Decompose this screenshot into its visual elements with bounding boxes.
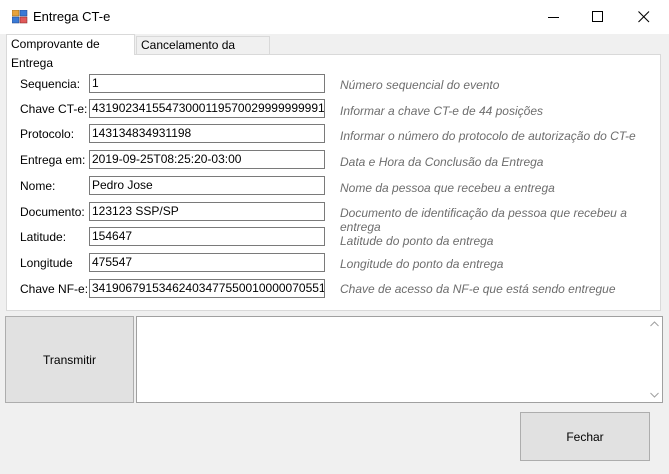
- sequencia-hint: Número sequencial do evento: [340, 78, 500, 92]
- longitude-hint: Longitude do ponto da entrega: [340, 257, 504, 271]
- documento-label: Documento:: [20, 205, 85, 219]
- chave-cte-field[interactable]: 4319023415547300011957002999999999100001…: [89, 99, 325, 118]
- chave-nfe-hint: Chave de acesso da NF-e que está sendo e…: [340, 282, 616, 296]
- chave-cte-label: Chave CT-e:: [20, 102, 88, 116]
- protocolo-field[interactable]: 143134834931198: [89, 124, 325, 143]
- transmit-button[interactable]: Transmitir: [5, 316, 134, 403]
- app-icon: [11, 9, 28, 24]
- entrega-em-label: Entrega em:: [20, 153, 86, 167]
- protocolo-hint: Informar o número do protocolo de autori…: [340, 129, 636, 143]
- chave-nfe-field[interactable]: 3419067915346240347755001000007055100001…: [89, 279, 325, 298]
- main-window: Entrega CT-e Comprovante de Entrega Canc…: [0, 0, 669, 474]
- close-window-button[interactable]: [621, 0, 667, 34]
- documento-hint: Documento de identificação da pessoa que…: [340, 206, 627, 234]
- maximize-icon: [592, 11, 603, 22]
- longitude-field[interactable]: 475547: [89, 253, 325, 272]
- chave-cte-hint: Informar a chave CT-e de 44 posições: [340, 104, 543, 118]
- sequencia-field[interactable]: 1: [89, 74, 325, 93]
- latitude-field[interactable]: 154647: [89, 227, 325, 246]
- documento-field[interactable]: 123123 SSP/SP: [89, 202, 325, 221]
- tab-comprovante-de-entrega[interactable]: Comprovante de Entrega: [6, 34, 135, 70]
- maximize-button[interactable]: [575, 0, 621, 34]
- title-bar[interactable]: Entrega CT-e: [0, 0, 669, 34]
- minimize-icon: [548, 17, 559, 18]
- nome-field[interactable]: Pedro Jose: [89, 176, 325, 195]
- nome-label: Nome:: [20, 179, 56, 193]
- chave-nfe-label: Chave NF-e:: [20, 282, 89, 296]
- latitude-label: Latitude:: [20, 230, 67, 244]
- tab-cancelamento-da-entrega[interactable]: Cancelamento da Entrega: [136, 36, 270, 69]
- scroll-down-arrow-icon[interactable]: [650, 392, 659, 398]
- nome-hint: Nome da pessoa que recebeu a entrega: [340, 181, 555, 195]
- window-title: Entrega CT-e: [33, 9, 111, 24]
- protocolo-label: Protocolo:: [20, 127, 75, 141]
- entrega-em-hint: Data e Hora da Conclusão da Entrega: [340, 155, 544, 169]
- scroll-up-arrow-icon[interactable]: [650, 321, 659, 327]
- entrega-em-field[interactable]: 2019-09-25T08:25:20-03:00: [89, 150, 325, 169]
- log-textarea[interactable]: [136, 316, 663, 403]
- sequencia-label: Sequencia:: [20, 77, 81, 91]
- minimize-button[interactable]: [531, 0, 577, 34]
- close-icon: [638, 11, 650, 23]
- close-button[interactable]: Fechar: [520, 412, 650, 461]
- longitude-label: Longitude: [20, 256, 73, 270]
- latitude-hint: Latitude do ponto da entrega: [340, 234, 494, 248]
